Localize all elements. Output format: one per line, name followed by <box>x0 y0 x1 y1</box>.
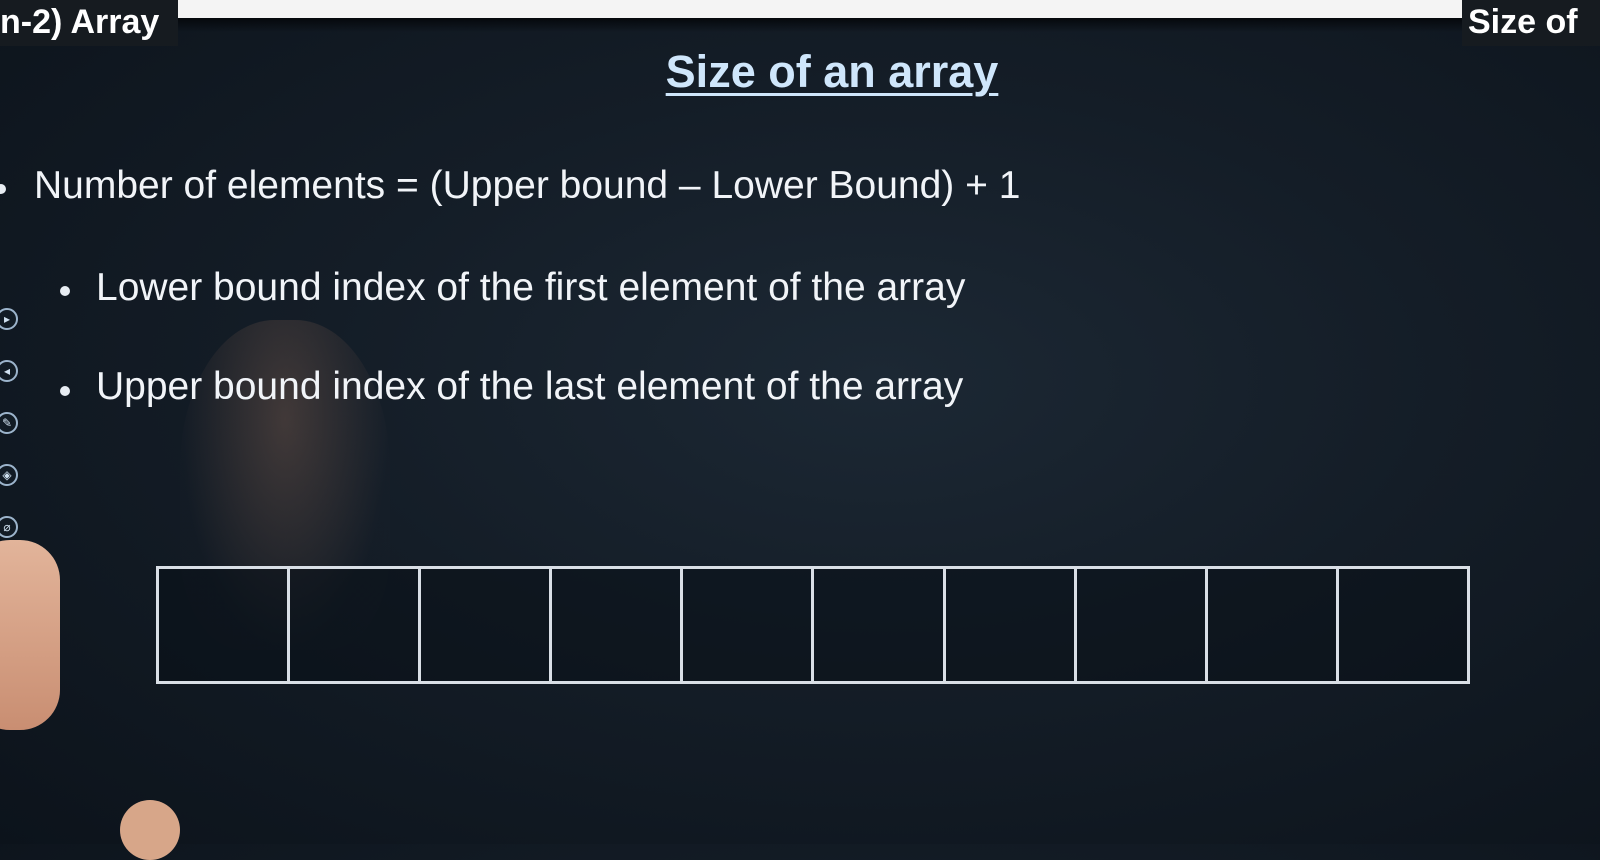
right-caption: Size of <box>1462 0 1600 46</box>
presenter-hand-lower <box>120 800 180 860</box>
array-cell <box>1076 569 1208 681</box>
left-caption: n-2) Array <box>0 0 178 46</box>
array-cell <box>683 569 815 681</box>
video-top-shadow <box>0 18 1600 32</box>
array-cell <box>1207 569 1339 681</box>
array-cell <box>421 569 553 681</box>
bullet-lower-bound: Lower bound index of the first element o… <box>96 266 966 309</box>
array-cell <box>945 569 1077 681</box>
array-cell <box>159 569 291 681</box>
highlighter-icon[interactable]: ◈ <box>0 464 18 486</box>
array-cell <box>814 569 946 681</box>
bullet-number-of-elements: Number of elements = (Upper bound – Lowe… <box>34 164 1021 207</box>
bullet-dot-2 <box>60 286 70 296</box>
bullet-upper-bound: Upper bound index of the last element of… <box>96 365 964 408</box>
array-cell <box>1338 569 1467 681</box>
eraser-icon[interactable]: ⌀ <box>0 516 18 538</box>
bullet-dot-1 <box>0 184 6 194</box>
bullet-dot-3 <box>60 386 70 396</box>
pen-icon[interactable]: ✎ <box>0 412 18 434</box>
array-cell <box>552 569 684 681</box>
video-top-bar <box>0 0 1600 18</box>
play-prev-icon[interactable]: ◂ <box>0 360 18 382</box>
play-next-icon[interactable]: ▸ <box>0 308 18 330</box>
array-cell <box>290 569 422 681</box>
presenter-hand <box>0 540 60 730</box>
slide-title: Size of an array <box>665 46 999 97</box>
array-diagram <box>156 566 1470 684</box>
